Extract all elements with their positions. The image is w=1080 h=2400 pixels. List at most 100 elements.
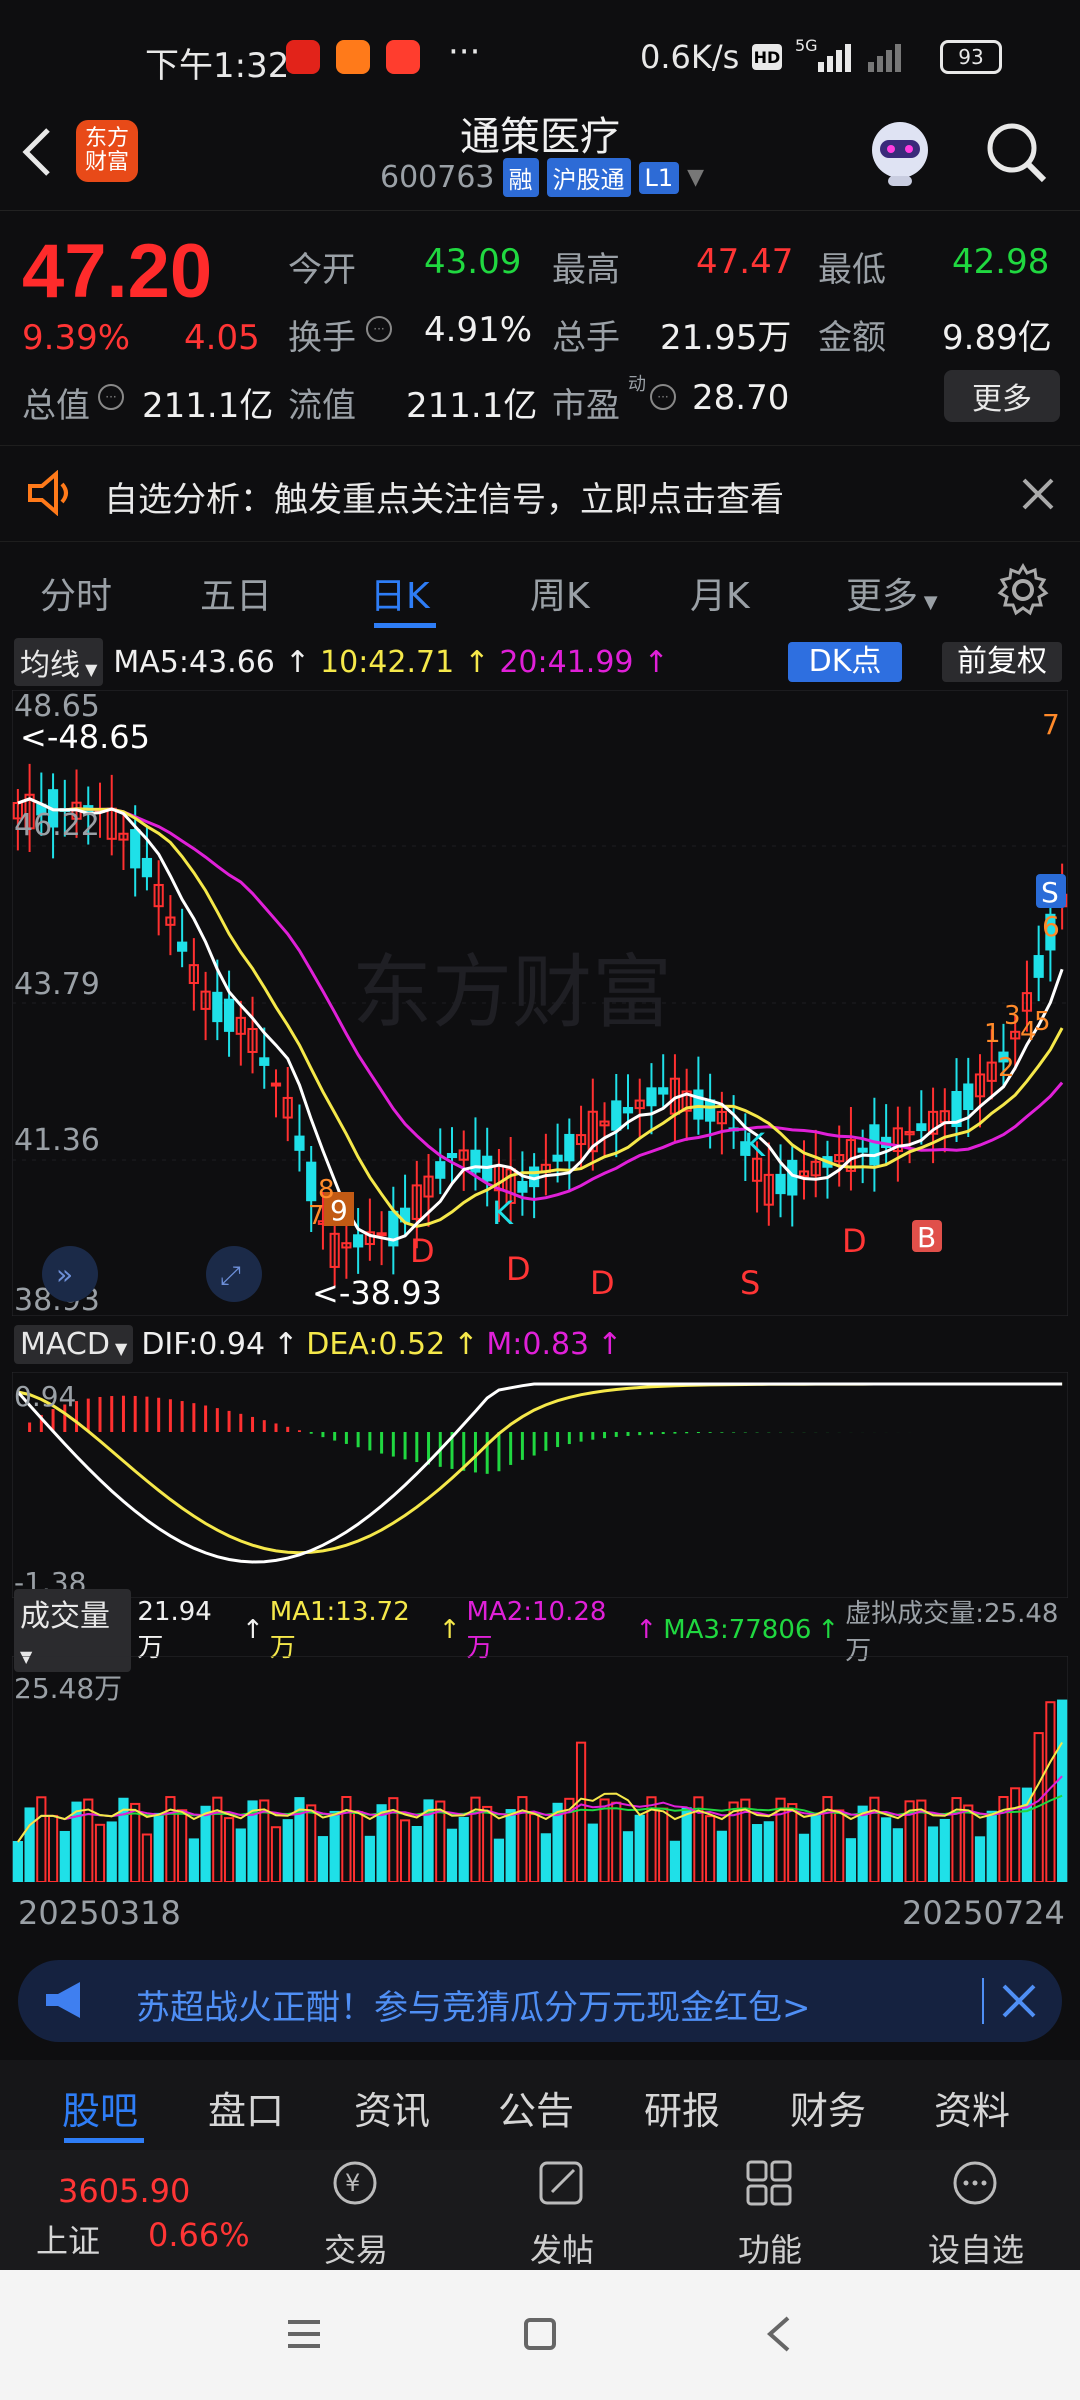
volume-bar	[200, 1805, 211, 1882]
promo-banner[interactable]: 苏超战火正酣！参与竞猜瓜分万元现金红包>	[18, 1960, 1062, 2042]
candle-body	[869, 1124, 880, 1166]
signal-k: K	[492, 1194, 514, 1232]
index-value: 3605.90	[58, 2172, 191, 2210]
turnover-value: 4.91%	[424, 310, 533, 350]
tab-news[interactable]: 资讯	[354, 2080, 430, 2135]
volume-bar	[845, 1838, 857, 1882]
volume-bar	[974, 1836, 986, 1882]
market-cap-label: 总值	[22, 386, 90, 426]
candle-body	[963, 1083, 974, 1111]
tab-weekly-k[interactable]: 周K	[530, 567, 590, 619]
home-icon[interactable]	[522, 2316, 558, 2352]
system-nav-bar	[0, 2270, 1080, 2400]
volume-bar	[834, 1809, 845, 1882]
close-icon[interactable]	[1000, 1982, 1038, 2020]
volume-bar	[12, 1841, 23, 1882]
menu-icon[interactable]	[286, 2316, 322, 2352]
signal-d: D	[590, 1264, 615, 1302]
battery-icon: 93	[940, 40, 1002, 74]
notice-text: 自选分析：触发重点关注信号，立即点击查看	[104, 480, 784, 520]
adjust-button[interactable]: 前复权	[942, 642, 1062, 682]
amount-value: 9.89亿	[942, 318, 1052, 358]
settings-gear-icon[interactable]	[996, 563, 1050, 617]
info-icon[interactable]: ···	[650, 384, 676, 410]
function-grid-icon[interactable]	[744, 2158, 794, 2208]
tab-five-day[interactable]: 五日	[200, 567, 272, 619]
candle-body	[611, 1100, 622, 1131]
info-icon[interactable]: ···	[98, 384, 124, 410]
tab-more[interactable]: 更多 ▼	[846, 567, 938, 619]
pe-label: 市盈	[552, 386, 620, 426]
vol-ma3: MA3:77806	[663, 1615, 812, 1645]
tab-guba[interactable]: 股吧	[62, 2080, 138, 2135]
volume-bar	[622, 1831, 634, 1882]
tab-research[interactable]: 研报	[644, 2080, 720, 2135]
battery-level: 93	[958, 45, 984, 69]
candle-body	[775, 1173, 786, 1195]
index-ticker[interactable]: 3605.90 上证 0.66%	[0, 2150, 260, 2270]
up-arrow-icon: ↑	[453, 1326, 479, 1362]
status-bar: 下午1:32 ··· 0.6K/s HD 5G 93	[0, 0, 1080, 100]
volume-bars	[12, 1699, 1068, 1882]
tab-monthly-k[interactable]: 月K	[690, 567, 750, 619]
volume-bar	[529, 1813, 540, 1882]
dk-point-button[interactable]: DK点	[788, 642, 902, 682]
nav-function[interactable]: 功能	[738, 2225, 802, 2271]
signal-nine-count: 5	[1034, 1007, 1051, 1037]
macd-chart[interactable]: 0.94 -1.38	[12, 1372, 1068, 1598]
volume-bar	[892, 1828, 903, 1882]
candle-body	[857, 1147, 868, 1153]
macd-dropdown[interactable]: MACD ▼	[14, 1324, 134, 1364]
volume-bar	[810, 1812, 821, 1882]
volume-bar	[24, 1807, 35, 1882]
up-arrow-icon: ↑	[817, 1615, 840, 1645]
nav-add-watchlist[interactable]: 设自选	[928, 2225, 1024, 2271]
date-start: 20250318	[18, 1894, 181, 1932]
current-price: 47.20	[22, 229, 213, 314]
y-tick-41-36: 41.36	[14, 1123, 100, 1158]
macd-legend: MACD ▼ DIF:0.94 ↑ DEA:0.52 ↑ M:0.83 ↑	[14, 1322, 622, 1366]
volume-bar	[763, 1821, 774, 1882]
candle-body	[693, 1089, 704, 1120]
change-amount: 4.05	[184, 318, 260, 358]
tab-announcements[interactable]: 公告	[498, 2080, 574, 2135]
volume-bar	[188, 1838, 199, 1882]
volume-bar	[482, 1805, 493, 1882]
volume-chart[interactable]: 25.48万	[12, 1656, 1068, 1882]
tab-finance[interactable]: 财务	[790, 2080, 866, 2135]
add-watchlist-icon[interactable]	[950, 2158, 1000, 2208]
nav-post[interactable]: 发帖	[530, 2225, 594, 2271]
volume-bar	[329, 1810, 340, 1882]
dropdown-icon[interactable]: ▼	[687, 165, 704, 190]
tab-daily-k[interactable]: 日K	[370, 567, 430, 619]
dif-value: DIF:0.94	[141, 1326, 266, 1362]
tab-intraday[interactable]: 分时	[40, 567, 112, 619]
notice-bar[interactable]: 自选分析：触发重点关注信号，立即点击查看	[0, 445, 1080, 542]
volume-bar	[446, 1828, 458, 1882]
pe-dynamic-mark: 动	[628, 374, 646, 395]
robot-assistant-icon[interactable]	[860, 112, 940, 192]
ma-indicator-dropdown[interactable]: 均线 ▼	[14, 638, 104, 686]
back-nav-icon[interactable]	[762, 2314, 798, 2354]
volume-bar	[857, 1805, 868, 1882]
signal-nine-count: 2	[998, 1053, 1015, 1083]
tab-pankou[interactable]: 盘口	[208, 2080, 284, 2135]
banner-text: 苏超战火正酣！参与竞猜瓜分万元现金红包>	[136, 1988, 811, 2028]
search-icon[interactable]	[982, 118, 1052, 188]
more-quote-button[interactable]: 更多	[944, 370, 1060, 422]
volume-bar	[458, 1816, 469, 1882]
nav-trade[interactable]: 交易	[324, 2225, 388, 2271]
close-icon[interactable]	[1020, 476, 1056, 512]
pe-value: 28.70	[692, 378, 790, 418]
tab-profile[interactable]: 资料	[934, 2080, 1010, 2135]
kline-chart[interactable]: 东方财富 48.65 46.22 43.79 41.36 38.93 <-48.…	[12, 690, 1068, 1316]
kline-legend: 均线 ▼ MA5:43.66 ↑ 10:42.71 ↑ 20:41.99 ↑	[14, 638, 669, 686]
open-label: 今开	[288, 250, 356, 290]
y-tick-43-79: 43.79	[14, 967, 100, 1002]
volume-bar	[587, 1823, 598, 1882]
info-icon[interactable]: ···	[366, 316, 392, 342]
volume-bar	[317, 1836, 329, 1882]
volume-bar	[787, 1803, 798, 1882]
post-icon[interactable]	[536, 2158, 586, 2208]
trade-icon[interactable]: ¥	[330, 2158, 380, 2208]
